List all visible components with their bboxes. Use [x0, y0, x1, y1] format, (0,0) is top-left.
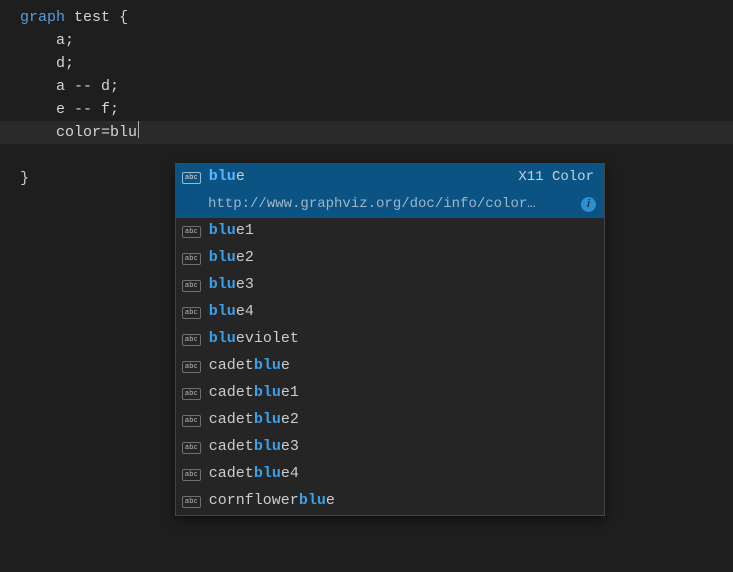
suggestion-detail[interactable]: http://www.graphviz.org/doc/info/color… …	[176, 191, 604, 218]
suggestion-label: blue	[209, 166, 511, 189]
suggestion-label: blue2	[209, 247, 594, 270]
stmt-edge-ad: a -- d;	[56, 78, 119, 95]
typed-text: blu	[110, 124, 137, 141]
code-editor[interactable]: graph test { a; d; a -- d; e -- f; color…	[0, 0, 733, 190]
suggestion-label: blue3	[209, 274, 594, 297]
graph-name: test	[74, 9, 110, 26]
suggestion-label: cadetblue4	[209, 463, 594, 486]
text-icon: abc	[182, 442, 201, 454]
suggestion-label: cornflowerblue	[209, 490, 594, 513]
text-icon: abc	[182, 172, 201, 184]
text-icon: abc	[182, 388, 201, 400]
text-icon: abc	[182, 496, 201, 508]
attr-key: color=	[56, 124, 110, 141]
text-icon: abc	[182, 415, 201, 427]
suggestion-label: cadetblue2	[209, 409, 594, 432]
text-icon: abc	[182, 469, 201, 481]
suggestion-item[interactable]: abc blue1	[176, 218, 604, 245]
suggestion-item[interactable]: abc blue3	[176, 272, 604, 299]
text-icon: abc	[182, 226, 201, 238]
code-line-active[interactable]: color=blu	[0, 121, 733, 144]
suggestion-item[interactable]: abc cadetblue4	[176, 461, 604, 488]
text-cursor	[138, 121, 139, 138]
stmt-edge-ef: e -- f;	[56, 101, 119, 118]
code-line[interactable]: d;	[0, 52, 733, 75]
text-icon: abc	[182, 280, 201, 292]
suggestion-kind: X11 Color	[518, 167, 594, 188]
suggestion-label: cadetblue	[209, 355, 594, 378]
keyword-graph: graph	[20, 9, 65, 26]
suggestion-label: blue4	[209, 301, 594, 324]
stmt-d: d;	[56, 55, 74, 72]
open-brace: {	[119, 9, 128, 26]
suggestion-label: blue1	[209, 220, 594, 243]
suggestion-item[interactable]: abc cadetblue	[176, 353, 604, 380]
suggestion-label: cadetblue3	[209, 436, 594, 459]
code-line[interactable]: e -- f;	[0, 98, 733, 121]
text-icon: abc	[182, 307, 201, 319]
code-line[interactable]: graph test {	[0, 6, 733, 29]
suggestion-item[interactable]: abc cadetblue1	[176, 380, 604, 407]
suggestion-item[interactable]: abc blueviolet	[176, 326, 604, 353]
text-icon: abc	[182, 334, 201, 346]
suggestion-item[interactable]: abc blue4	[176, 299, 604, 326]
code-line[interactable]: a -- d;	[0, 75, 733, 98]
text-icon: abc	[182, 361, 201, 373]
suggestion-doc-url: http://www.graphviz.org/doc/info/color…	[208, 194, 573, 215]
suggestion-item[interactable]: abc blue2	[176, 245, 604, 272]
stmt-a: a;	[56, 32, 74, 49]
suggestion-item[interactable]: abc cadetblue3	[176, 434, 604, 461]
text-icon: abc	[182, 253, 201, 265]
suggestion-item[interactable]: abc cadetblue2	[176, 407, 604, 434]
autocomplete-popup[interactable]: abc blue X11 Color http://www.graphviz.o…	[175, 163, 605, 516]
info-icon[interactable]: i	[581, 197, 596, 212]
suggestion-item[interactable]: abc cornflowerblue	[176, 488, 604, 515]
code-line[interactable]: a;	[0, 29, 733, 52]
close-brace: }	[20, 170, 29, 187]
suggestion-label: blueviolet	[209, 328, 594, 351]
suggestion-label: cadetblue1	[209, 382, 594, 405]
suggestion-item-selected[interactable]: abc blue X11 Color	[176, 164, 604, 191]
